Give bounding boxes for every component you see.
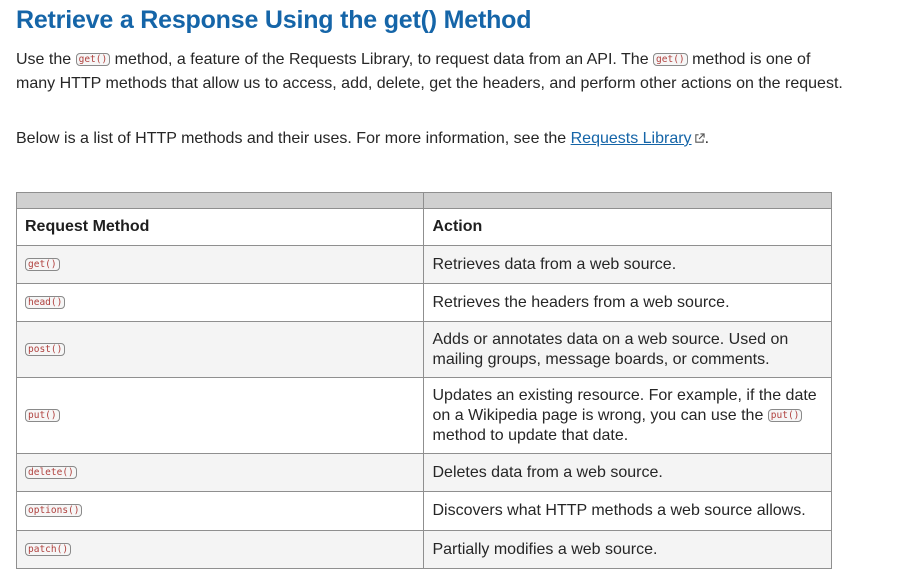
action-cell: Retrieves the headers from a web source. (423, 283, 832, 322)
intro-text-2: method, a feature of the Requests Librar… (110, 51, 654, 68)
action-cell: Discovers what HTTP methods a web source… (423, 491, 832, 531)
table-row: post() Adds or annotates data on a web s… (15, 321, 832, 378)
page-title: Retrieve a Response Using the get() Meth… (16, 6, 532, 34)
action-cell: Retrieves data from a web source. (423, 245, 832, 284)
method-code: patch() (25, 542, 72, 556)
intro-paragraph: Use the get() method, a feature of the R… (16, 48, 846, 96)
table-row: options() Discovers what HTTP methods a … (15, 491, 832, 531)
requests-library-link[interactable]: Requests Library (571, 130, 705, 147)
inline-code-get: get() (75, 53, 111, 66)
action-cell: Updates an existing resource. For exampl… (423, 377, 832, 454)
document-page: Retrieve a Response Using the get() Meth… (0, 0, 898, 585)
requests-library-link-label: Requests Library (570, 130, 692, 147)
table-row: head() Retrieves the headers from a web … (15, 283, 832, 322)
http-methods-table: Request Method Action get() Retrieves da… (15, 192, 832, 569)
action-text-pre: Updates an existing resource. For exampl… (432, 386, 817, 424)
action-cell: Deletes data from a web source. (423, 453, 832, 492)
column-header-request-method: Request Method (15, 208, 425, 246)
method-code: head() (25, 295, 66, 309)
methods-intro-paragraph: Below is a list of HTTP methods and thei… (16, 127, 876, 151)
action-cell: Partially modifies a web source. (423, 530, 832, 569)
method-code: post() (25, 342, 66, 356)
table-row: delete() Deletes data from a web source. (15, 453, 832, 492)
action-text-post: method to update that date. (432, 426, 629, 444)
methods-intro-text: Below is a list of HTTP methods and thei… (16, 130, 571, 147)
action-cell: Adds or annotates data on a web source. … (423, 321, 832, 378)
table-row: put() Updates an existing resource. For … (15, 377, 832, 454)
method-code: get() (25, 257, 60, 271)
method-code: options() (25, 504, 83, 517)
method-code: put() (25, 408, 60, 422)
external-link-icon (694, 133, 705, 143)
table-row: patch() Partially modifies a web source. (15, 530, 832, 569)
table-header-row: Request Method Action (15, 208, 832, 246)
inline-code-get: get() (653, 53, 688, 66)
intro-text-1: Use the (16, 51, 76, 68)
inline-code-put: put() (767, 408, 803, 422)
table-top-band (15, 192, 832, 209)
method-code: delete() (25, 465, 77, 479)
methods-intro-period: . (704, 130, 710, 147)
column-header-action: Action (423, 208, 832, 246)
table-row: get() Retrieves data from a web source. (15, 245, 832, 284)
